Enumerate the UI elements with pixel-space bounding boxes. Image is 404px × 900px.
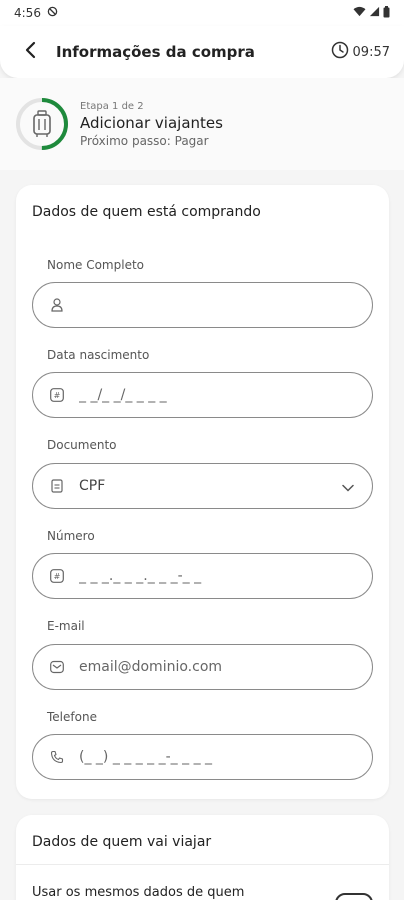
number-input[interactable] xyxy=(79,568,329,584)
birth-field[interactable]: # xyxy=(32,372,373,418)
battery-icon xyxy=(383,5,390,21)
email-input[interactable] xyxy=(79,659,329,675)
checkout-progress: Etapa 1 de 2 Adicionar viajantes Próximo… xyxy=(0,78,404,170)
page-title: Informações da compra xyxy=(56,43,255,61)
chevron-left-icon xyxy=(24,41,36,63)
app-header: Informações da compra 09:57 xyxy=(0,26,404,78)
document-label: Documento xyxy=(47,438,117,452)
birth-input[interactable] xyxy=(79,387,329,403)
phone-input[interactable] xyxy=(79,749,329,765)
step-title: Adicionar viajantes xyxy=(80,113,223,132)
signal-icon xyxy=(369,6,380,20)
traveler-card-title: Dados de quem vai viajar xyxy=(16,815,389,865)
number-field[interactable]: # xyxy=(32,553,373,599)
next-step: Próximo passo: Pagar xyxy=(80,133,209,148)
number-label: Número xyxy=(47,529,95,543)
phone-field[interactable] xyxy=(32,734,373,780)
status-bar: 4:56 xyxy=(0,0,404,26)
document-select-value: CPF xyxy=(79,478,106,494)
phone-label: Telefone xyxy=(47,710,97,724)
do-not-disturb-icon xyxy=(47,6,58,20)
chevron-down-icon xyxy=(342,477,354,496)
timer-value: 09:57 xyxy=(352,44,390,60)
hash-icon: # xyxy=(49,387,65,403)
session-timer: 09:57 xyxy=(331,41,390,63)
buyer-card-title: Dados de quem está comprando xyxy=(32,204,261,220)
step-count: Etapa 1 de 2 xyxy=(80,100,144,112)
same-data-label: Usar os mesmos dados de quem xyxy=(32,885,245,900)
clock-icon xyxy=(331,41,349,63)
document-icon xyxy=(49,478,65,494)
name-input[interactable] xyxy=(79,297,329,313)
email-field[interactable] xyxy=(32,644,373,690)
same-data-toggle[interactable] xyxy=(335,893,373,900)
person-icon xyxy=(49,297,65,313)
traveler-card: Dados de quem vai viajar Usar os mesmos … xyxy=(16,815,389,900)
wifi-icon xyxy=(353,6,366,20)
mail-icon xyxy=(49,659,65,675)
buyer-card: Dados de quem está comprando Nome Comple… xyxy=(16,185,389,799)
back-button[interactable] xyxy=(10,32,50,72)
name-field[interactable] xyxy=(32,282,373,328)
status-time: 4:56 xyxy=(14,6,41,20)
svg-text:#: # xyxy=(54,391,61,400)
email-label: E-mail xyxy=(47,619,85,633)
progress-ring xyxy=(14,96,70,152)
svg-text:#: # xyxy=(54,572,61,581)
hash-icon: # xyxy=(49,568,65,584)
phone-icon xyxy=(49,749,65,765)
document-select[interactable]: CPF xyxy=(32,463,373,509)
birth-label: Data nascimento xyxy=(47,348,150,362)
name-label: Nome Completo xyxy=(47,258,144,272)
